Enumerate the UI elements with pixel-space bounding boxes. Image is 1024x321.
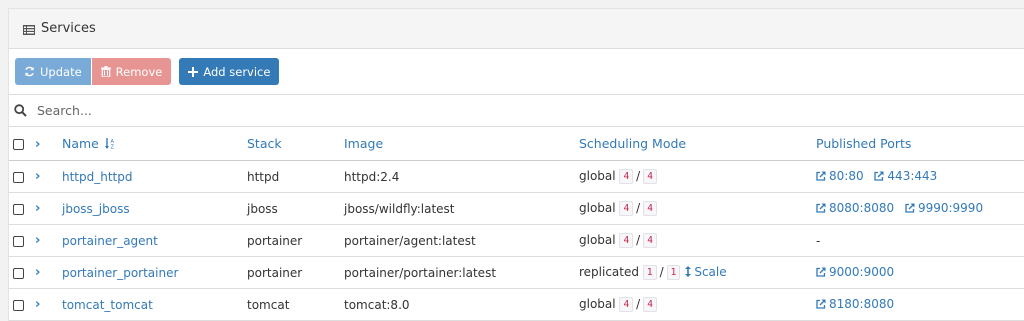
stack-cell: portainer xyxy=(247,224,344,257)
desired-badge: 4 xyxy=(643,297,657,312)
stack-cell: tomcat xyxy=(247,288,344,321)
chevron-right-icon[interactable]: › xyxy=(35,201,40,216)
svg-text:Z: Z xyxy=(110,145,114,150)
ports-cell: 9000:9000 xyxy=(816,256,1024,289)
desired-badge: 4 xyxy=(643,201,657,216)
image-cell: httpd:2.4 xyxy=(344,160,579,193)
table-row: › portainer_agent portainer portainer/ag… xyxy=(9,224,1024,257)
image-cell: jboss/wildfly:latest xyxy=(344,192,579,225)
external-link-icon xyxy=(816,267,826,277)
add-service-label: Add service xyxy=(203,64,271,79)
chevron-right-icon[interactable]: › xyxy=(35,297,40,312)
scheduling-cell: global 4/4 xyxy=(579,224,816,257)
chevron-right-icon[interactable]: › xyxy=(35,233,40,248)
ports-cell: 80:80 443:443 xyxy=(816,160,1024,193)
ports-cell: - xyxy=(816,224,1024,257)
row-checkbox[interactable] xyxy=(13,299,24,311)
stack-cell: portainer xyxy=(247,256,344,289)
search-icon xyxy=(14,104,27,117)
column-published-ports[interactable]: Published Ports xyxy=(816,127,1024,161)
external-link-icon xyxy=(816,299,826,309)
table-row: › tomcat_tomcat tomcat tomcat:8.0 global… xyxy=(9,288,1024,321)
port-link[interactable]: 443:443 xyxy=(874,169,937,183)
desired-badge: 4 xyxy=(643,169,657,184)
stack-cell: jboss xyxy=(247,192,344,225)
add-service-button[interactable]: Add service xyxy=(179,58,280,85)
services-panel: Services Update Remove Add service › Nam… xyxy=(8,8,1024,321)
ports-cell: 8080:8080 9990:9990 xyxy=(816,192,1024,225)
desired-badge: 4 xyxy=(643,233,657,248)
image-cell: portainer/agent:latest xyxy=(344,224,579,257)
stack-cell: httpd xyxy=(247,160,344,193)
external-link-icon xyxy=(905,203,915,213)
plus-icon xyxy=(188,66,199,77)
row-checkbox[interactable] xyxy=(13,235,24,247)
table-header-row: › Name AZ Stack Image Scheduling Mode Pu… xyxy=(9,127,1024,161)
service-name-link[interactable]: portainer_agent xyxy=(62,234,158,248)
external-link-icon xyxy=(874,171,884,181)
column-stack[interactable]: Stack xyxy=(247,127,344,161)
list-icon xyxy=(23,24,35,35)
expand-all-chevron-icon[interactable]: › xyxy=(35,137,40,152)
service-name-link[interactable]: httpd_httpd xyxy=(62,170,133,184)
port-link[interactable]: 9000:9000 xyxy=(816,265,894,279)
ports-cell: 8180:8080 xyxy=(816,288,1024,321)
scheduling-cell: global 4/4 xyxy=(579,160,816,193)
page-title: Services xyxy=(41,21,96,36)
trash-icon xyxy=(100,66,111,77)
scheduling-cell: global 4/4 xyxy=(579,288,816,321)
port-link[interactable]: 8080:8080 xyxy=(816,201,894,215)
update-button[interactable]: Update xyxy=(15,58,91,85)
scheduling-cell: global 4/4 xyxy=(579,192,816,225)
action-bar: Update Remove Add service xyxy=(9,49,1024,95)
chevron-right-icon[interactable]: › xyxy=(35,265,40,280)
external-link-icon xyxy=(816,171,826,181)
table-row: › jboss_jboss jboss jboss/wildfly:latest… xyxy=(9,192,1024,225)
remove-label: Remove xyxy=(115,64,163,79)
running-badge: 4 xyxy=(619,297,634,312)
chevron-right-icon[interactable]: › xyxy=(35,169,40,184)
update-label: Update xyxy=(40,64,82,79)
refresh-icon xyxy=(25,66,34,77)
image-cell: tomcat:8.0 xyxy=(344,288,579,321)
running-badge: 4 xyxy=(619,201,634,216)
panel-header: Services xyxy=(9,9,1024,49)
column-name[interactable]: Name AZ xyxy=(62,127,247,161)
service-name-link[interactable]: portainer_portainer xyxy=(62,266,178,280)
desired-badge: 1 xyxy=(666,265,681,280)
port-link[interactable]: 80:80 xyxy=(816,169,864,183)
remove-button[interactable]: Remove xyxy=(91,58,172,85)
scheduling-cell: replicated 1/1 Scale xyxy=(579,256,816,289)
row-checkbox[interactable] xyxy=(13,267,24,279)
running-badge: 4 xyxy=(619,233,634,248)
sort-alpha-icon: AZ xyxy=(104,138,114,151)
port-link[interactable]: 9990:9990 xyxy=(905,201,983,215)
column-image[interactable]: Image xyxy=(344,127,579,161)
row-checkbox[interactable] xyxy=(13,203,24,215)
running-badge: 1 xyxy=(642,265,657,280)
row-checkbox[interactable] xyxy=(13,171,24,183)
column-scheduling-mode[interactable]: Scheduling Mode xyxy=(579,127,816,161)
scale-link[interactable]: Scale xyxy=(685,265,727,279)
arrows-vertical-icon xyxy=(685,266,692,277)
service-name-link[interactable]: jboss_jboss xyxy=(62,202,130,216)
running-badge: 4 xyxy=(619,169,634,184)
select-all-checkbox[interactable] xyxy=(13,139,24,150)
port-link[interactable]: 8180:8080 xyxy=(816,297,894,311)
service-name-link[interactable]: tomcat_tomcat xyxy=(62,298,153,312)
table-row: › httpd_httpd httpd httpd:2.4 global 4/4… xyxy=(9,160,1024,193)
image-cell: portainer/portainer:latest xyxy=(344,256,579,289)
search-bar xyxy=(9,95,1024,127)
external-link-icon xyxy=(816,203,826,213)
services-table: › Name AZ Stack Image Scheduling Mode Pu… xyxy=(9,127,1024,321)
search-input[interactable] xyxy=(35,102,639,119)
table-row: › portainer_portainer portainer portaine… xyxy=(9,256,1024,289)
